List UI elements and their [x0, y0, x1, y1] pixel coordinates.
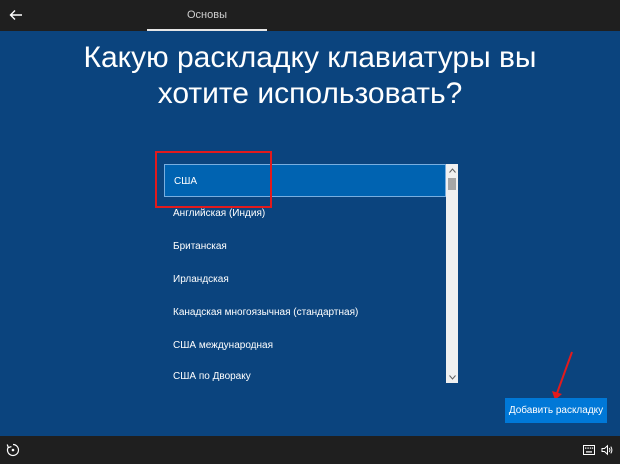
back-arrow-icon — [9, 10, 22, 20]
page-title: Какую раскладку клавиатуры вы хотите исп… — [83, 41, 537, 110]
oobe-screen: Основы Какую раскладку клавиатуры вы хот… — [0, 0, 620, 464]
add-layout-button[interactable]: Добавить раскладку — [505, 398, 607, 423]
scroll-down-button[interactable] — [446, 371, 458, 383]
list-item[interactable]: Британская — [164, 230, 446, 263]
list-item[interactable]: США по Двораку — [164, 360, 446, 393]
scroll-thumb[interactable] — [448, 178, 456, 190]
volume-icon[interactable] — [601, 444, 613, 456]
keyboard-icon[interactable] — [583, 445, 595, 455]
ease-of-access-icon[interactable] — [6, 443, 20, 457]
annotation-arrow — [552, 351, 573, 400]
chevron-down-icon — [448, 374, 456, 380]
tab-basics[interactable]: Основы — [147, 0, 267, 31]
back-button[interactable] — [4, 3, 28, 27]
annotation-highlight-box — [155, 151, 272, 208]
list-item[interactable]: США международная — [164, 329, 446, 362]
top-bar: Основы — [0, 0, 620, 31]
list-item[interactable]: Канадская многоязычная (стандартная) — [164, 296, 446, 329]
list-scrollbar[interactable] — [446, 164, 458, 383]
tab-active-indicator — [147, 29, 267, 31]
scroll-up-button[interactable] — [446, 164, 458, 176]
chevron-up-icon — [448, 167, 456, 173]
list-item[interactable]: Ирландская — [164, 263, 446, 296]
bottom-bar — [0, 436, 620, 464]
